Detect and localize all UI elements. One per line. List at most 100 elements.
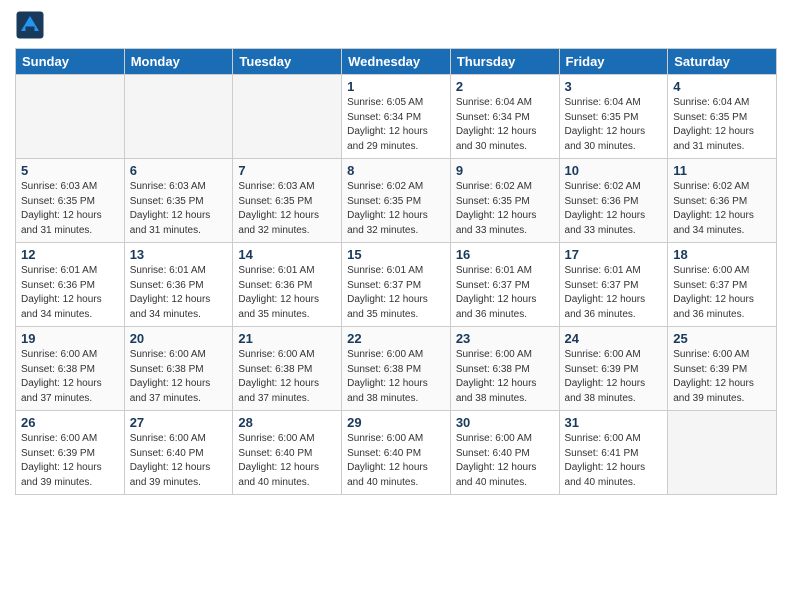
calendar-cell: [233, 75, 342, 159]
day-number: 26: [21, 415, 119, 430]
day-header-wednesday: Wednesday: [342, 49, 451, 75]
day-info: Sunrise: 6:00 AM Sunset: 6:38 PM Dayligh…: [130, 348, 228, 406]
day-info: Sunrise: 6:02 AM Sunset: 6:35 PM Dayligh…: [347, 180, 445, 238]
day-number: 11: [673, 163, 771, 178]
calendar-cell: 8Sunrise: 6:02 AM Sunset: 6:35 PM Daylig…: [342, 159, 451, 243]
day-number: 14: [238, 247, 336, 262]
calendar-cell: 16Sunrise: 6:01 AM Sunset: 6:37 PM Dayli…: [450, 243, 559, 327]
calendar-cell: 19 Sunrise: 6:00 AM Sunset: 6:38 PM Dayli…: [16, 327, 125, 411]
day-info: Sunrise: 6:00 AM Sunset: 6:40 PM Dayligh…: [456, 432, 554, 490]
day-number: 6: [130, 163, 228, 178]
day-info: Sunrise: 6:00 AM Sunset: 6:40 PM Dayligh…: [238, 432, 336, 490]
calendar-cell: 26 Sunrise: 6:00 AM Sunset: 6:39 PM Dayli…: [16, 411, 125, 495]
calendar-cell: [668, 411, 777, 495]
calendar-cell: 27 Sunrise: 6:00 AM Sunset: 6:40 PM Dayli…: [124, 411, 233, 495]
day-number: 23: [456, 331, 554, 346]
day-number: 24: [565, 331, 663, 346]
day-number: 9: [456, 163, 554, 178]
calendar-page: SundayMondayTuesdayWednesdayThursdayFrid…: [0, 0, 792, 505]
calendar-cell: 17 Sunrise: 6:01 AM Sunset: 6:37 PM Dayli…: [559, 243, 668, 327]
day-info: Sunrise: 6:00 AM Sunset: 6:40 PM Dayligh…: [130, 432, 228, 490]
day-header-monday: Monday: [124, 49, 233, 75]
calendar-cell: 15Sunrise: 6:01 AM Sunset: 6:37 PM Dayli…: [342, 243, 451, 327]
day-number: 31: [565, 415, 663, 430]
calendar-cell: 3 Sunrise: 6:04 AM Sunset: 6:35 PM Daylig…: [559, 75, 668, 159]
day-info: Sunrise: 6:00 AM Sunset: 6:38 PM Dayligh…: [21, 348, 119, 406]
day-header-saturday: Saturday: [668, 49, 777, 75]
day-info: Sunrise: 6:00 AM Sunset: 6:39 PM Dayligh…: [673, 348, 771, 406]
day-info: Sunrise: 6:03 AM Sunset: 6:35 PM Dayligh…: [21, 180, 119, 238]
day-number: 17: [565, 247, 663, 262]
day-number: 2: [456, 79, 554, 94]
calendar-cell: 29 Sunrise: 6:00 AM Sunset: 6:40 PM Dayli…: [342, 411, 451, 495]
day-number: 3: [565, 79, 663, 94]
day-number: 4: [673, 79, 771, 94]
day-header-tuesday: Tuesday: [233, 49, 342, 75]
day-info: Sunrise: 6:03 AM Sunset: 6:35 PM Dayligh…: [130, 180, 228, 238]
day-header-sunday: Sunday: [16, 49, 125, 75]
day-number: 12: [21, 247, 119, 262]
day-info: Sunrise: 6:00 AM Sunset: 6:38 PM Dayligh…: [238, 348, 336, 406]
day-info: Sunrise: 6:00 AM Sunset: 6:38 PM Dayligh…: [456, 348, 554, 406]
calendar-cell: [16, 75, 125, 159]
day-info: Sunrise: 6:00 AM Sunset: 6:41 PM Dayligh…: [565, 432, 663, 490]
day-info: Sunrise: 6:02 AM Sunset: 6:35 PM Dayligh…: [456, 180, 554, 238]
day-info: Sunrise: 6:01 AM Sunset: 6:36 PM Dayligh…: [238, 264, 336, 322]
calendar-cell: 14 Sunrise: 6:01 AM Sunset: 6:36 PM Dayli…: [233, 243, 342, 327]
header-row: SundayMondayTuesdayWednesdayThursdayFrid…: [16, 49, 777, 75]
day-number: 1: [347, 79, 445, 94]
day-number: 16: [456, 247, 554, 262]
day-number: 10: [565, 163, 663, 178]
calendar-cell: 22Sunrise: 6:00 AM Sunset: 6:38 PM Dayli…: [342, 327, 451, 411]
calendar-cell: 4 Sunrise: 6:04 AM Sunset: 6:35 PM Daylig…: [668, 75, 777, 159]
day-number: 28: [238, 415, 336, 430]
calendar-cell: 2Sunrise: 6:04 AM Sunset: 6:34 PM Daylig…: [450, 75, 559, 159]
day-number: 27: [130, 415, 228, 430]
logo: [15, 10, 49, 40]
calendar-cell: 5 Sunrise: 6:03 AM Sunset: 6:35 PM Daylig…: [16, 159, 125, 243]
day-number: 18: [673, 247, 771, 262]
calendar-cell: 1 Sunrise: 6:05 AM Sunset: 6:34 PM Daylig…: [342, 75, 451, 159]
week-row-1: 5 Sunrise: 6:03 AM Sunset: 6:35 PM Daylig…: [16, 159, 777, 243]
calendar-table: SundayMondayTuesdayWednesdayThursdayFrid…: [15, 48, 777, 495]
day-number: 20: [130, 331, 228, 346]
calendar-cell: 6 Sunrise: 6:03 AM Sunset: 6:35 PM Daylig…: [124, 159, 233, 243]
day-number: 5: [21, 163, 119, 178]
day-header-thursday: Thursday: [450, 49, 559, 75]
calendar-cell: [124, 75, 233, 159]
day-info: Sunrise: 6:02 AM Sunset: 6:36 PM Dayligh…: [565, 180, 663, 238]
day-info: Sunrise: 6:04 AM Sunset: 6:35 PM Dayligh…: [673, 96, 771, 154]
day-info: Sunrise: 6:01 AM Sunset: 6:37 PM Dayligh…: [565, 264, 663, 322]
day-header-friday: Friday: [559, 49, 668, 75]
day-number: 13: [130, 247, 228, 262]
day-info: Sunrise: 6:05 AM Sunset: 6:34 PM Dayligh…: [347, 96, 445, 154]
day-info: Sunrise: 6:00 AM Sunset: 6:39 PM Dayligh…: [21, 432, 119, 490]
calendar-cell: 7 Sunrise: 6:03 AM Sunset: 6:35 PM Daylig…: [233, 159, 342, 243]
calendar-cell: 21 Sunrise: 6:00 AM Sunset: 6:38 PM Dayli…: [233, 327, 342, 411]
week-row-4: 26 Sunrise: 6:00 AM Sunset: 6:39 PM Dayli…: [16, 411, 777, 495]
calendar-cell: 25Sunrise: 6:00 AM Sunset: 6:39 PM Dayli…: [668, 327, 777, 411]
day-number: 21: [238, 331, 336, 346]
day-number: 7: [238, 163, 336, 178]
day-info: Sunrise: 6:00 AM Sunset: 6:38 PM Dayligh…: [347, 348, 445, 406]
day-info: Sunrise: 6:01 AM Sunset: 6:36 PM Dayligh…: [130, 264, 228, 322]
day-info: Sunrise: 6:00 AM Sunset: 6:37 PM Dayligh…: [673, 264, 771, 322]
day-info: Sunrise: 6:01 AM Sunset: 6:37 PM Dayligh…: [347, 264, 445, 322]
day-info: Sunrise: 6:03 AM Sunset: 6:35 PM Dayligh…: [238, 180, 336, 238]
week-row-3: 19 Sunrise: 6:00 AM Sunset: 6:38 PM Dayli…: [16, 327, 777, 411]
calendar-cell: 23 Sunrise: 6:00 AM Sunset: 6:38 PM Dayli…: [450, 327, 559, 411]
calendar-cell: 11 Sunrise: 6:02 AM Sunset: 6:36 PM Dayli…: [668, 159, 777, 243]
day-info: Sunrise: 6:04 AM Sunset: 6:35 PM Dayligh…: [565, 96, 663, 154]
calendar-cell: 18 Sunrise: 6:00 AM Sunset: 6:37 PM Dayli…: [668, 243, 777, 327]
day-number: 19: [21, 331, 119, 346]
week-row-2: 12 Sunrise: 6:01 AM Sunset: 6:36 PM Dayli…: [16, 243, 777, 327]
week-row-0: 1 Sunrise: 6:05 AM Sunset: 6:34 PM Daylig…: [16, 75, 777, 159]
calendar-cell: 13 Sunrise: 6:01 AM Sunset: 6:36 PM Dayli…: [124, 243, 233, 327]
day-info: Sunrise: 6:02 AM Sunset: 6:36 PM Dayligh…: [673, 180, 771, 238]
day-info: Sunrise: 6:00 AM Sunset: 6:39 PM Dayligh…: [565, 348, 663, 406]
calendar-cell: 10 Sunrise: 6:02 AM Sunset: 6:36 PM Dayli…: [559, 159, 668, 243]
day-info: Sunrise: 6:00 AM Sunset: 6:40 PM Dayligh…: [347, 432, 445, 490]
calendar-cell: 9 Sunrise: 6:02 AM Sunset: 6:35 PM Daylig…: [450, 159, 559, 243]
calendar-cell: 30Sunrise: 6:00 AM Sunset: 6:40 PM Dayli…: [450, 411, 559, 495]
day-number: 29: [347, 415, 445, 430]
